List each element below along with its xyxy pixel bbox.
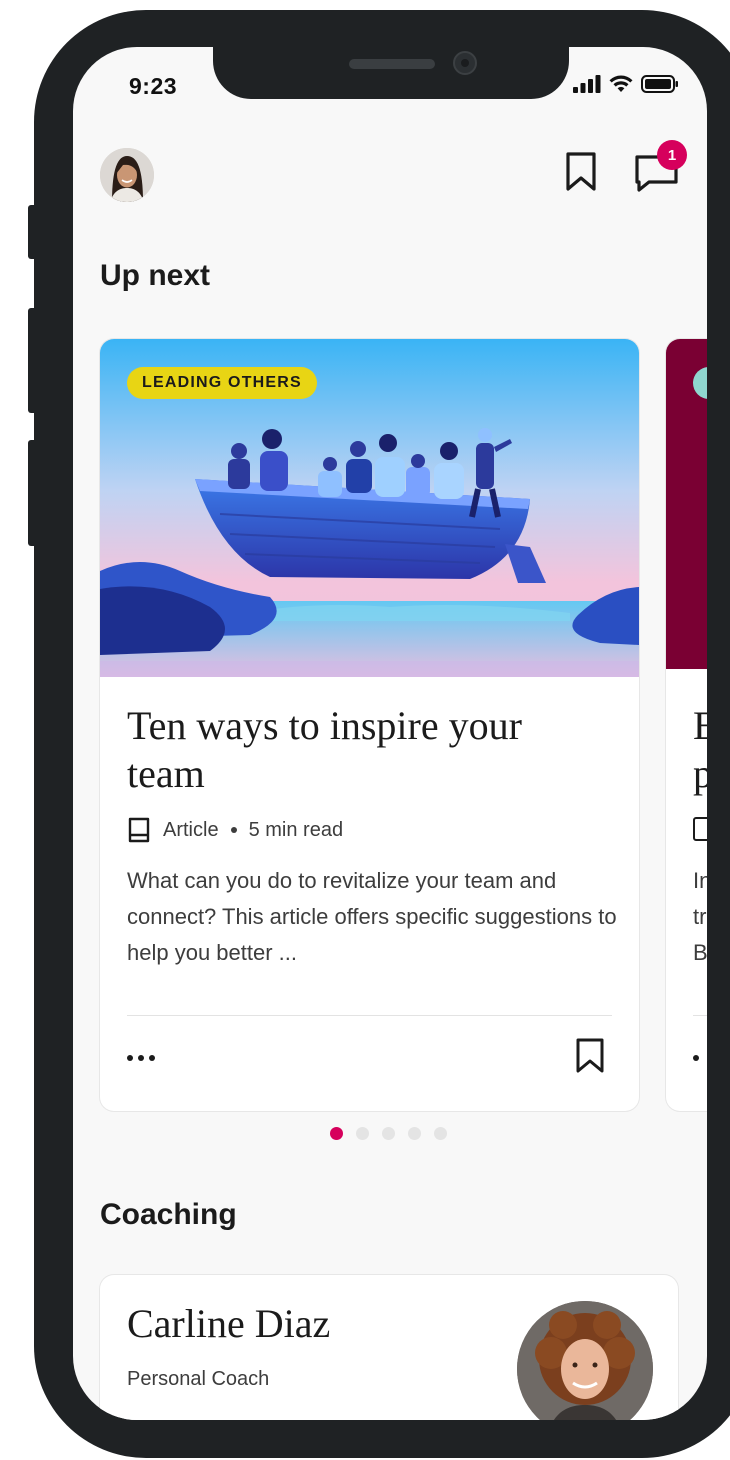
signal-icon [573,75,601,93]
coach-avatar-image [517,1301,653,1420]
pager-dot-4[interactable] [408,1127,421,1140]
status-time: 9:23 [129,73,178,99]
meta-separator [230,827,237,833]
next-book-icon [693,817,707,841]
article-description: What can you do to revitalize your team … [127,868,617,965]
next-more-options-button[interactable] [693,1055,699,1061]
article-title[interactable]: Ten ways to inspire your team [127,702,587,798]
bookmark-icon[interactable] [565,151,597,193]
notch [213,47,569,99]
coaching-heading: Coaching [100,1198,237,1231]
coach-role: Personal Coach [127,1368,270,1390]
carousel-pager[interactable] [330,1127,447,1140]
messages-badge: 1 [657,140,687,170]
article-duration: 5 min read [248,818,344,841]
next-card-divider [693,1015,707,1016]
coach-photo [517,1301,653,1420]
card-bookmark-icon[interactable] [575,1037,605,1075]
pager-dot-2[interactable] [356,1127,369,1140]
card-divider [127,1015,612,1016]
status-icons [573,75,679,93]
pager-dot-1[interactable] [330,1127,343,1140]
article-type: Article [163,818,219,841]
front-camera [453,51,477,75]
more-options-button[interactable] [127,1043,167,1073]
up-next-heading: Up next [100,259,211,292]
dot-1 [127,1055,133,1061]
user-avatar[interactable] [100,148,154,202]
category-tag: LEADING OTHERS [127,367,317,399]
app-screen: 9:23 1 Up next LEADING OTHERS Ten ways t… [73,47,707,1420]
wifi-icon [609,75,633,92]
coach-name: Carline Diaz [127,1301,331,1346]
dot-3 [149,1055,155,1061]
dot-2 [138,1055,144,1061]
speaker-grille [349,59,435,69]
article-meta: Article 5 min read [127,817,343,843]
book-icon [128,817,150,843]
next-article-description: In tr B [693,868,707,965]
next-article-card[interactable]: E p In tr B [666,339,707,1111]
pager-dot-3[interactable] [382,1127,395,1140]
battery-icon [641,75,678,93]
user-avatar-image [100,148,154,202]
next-article-title: E p [693,703,707,796]
article-card[interactable]: LEADING OTHERS Ten ways to inspire your … [100,339,639,1111]
pager-dot-5[interactable] [434,1127,447,1140]
coach-card[interactable]: Carline Diaz Personal Coach [100,1275,678,1420]
